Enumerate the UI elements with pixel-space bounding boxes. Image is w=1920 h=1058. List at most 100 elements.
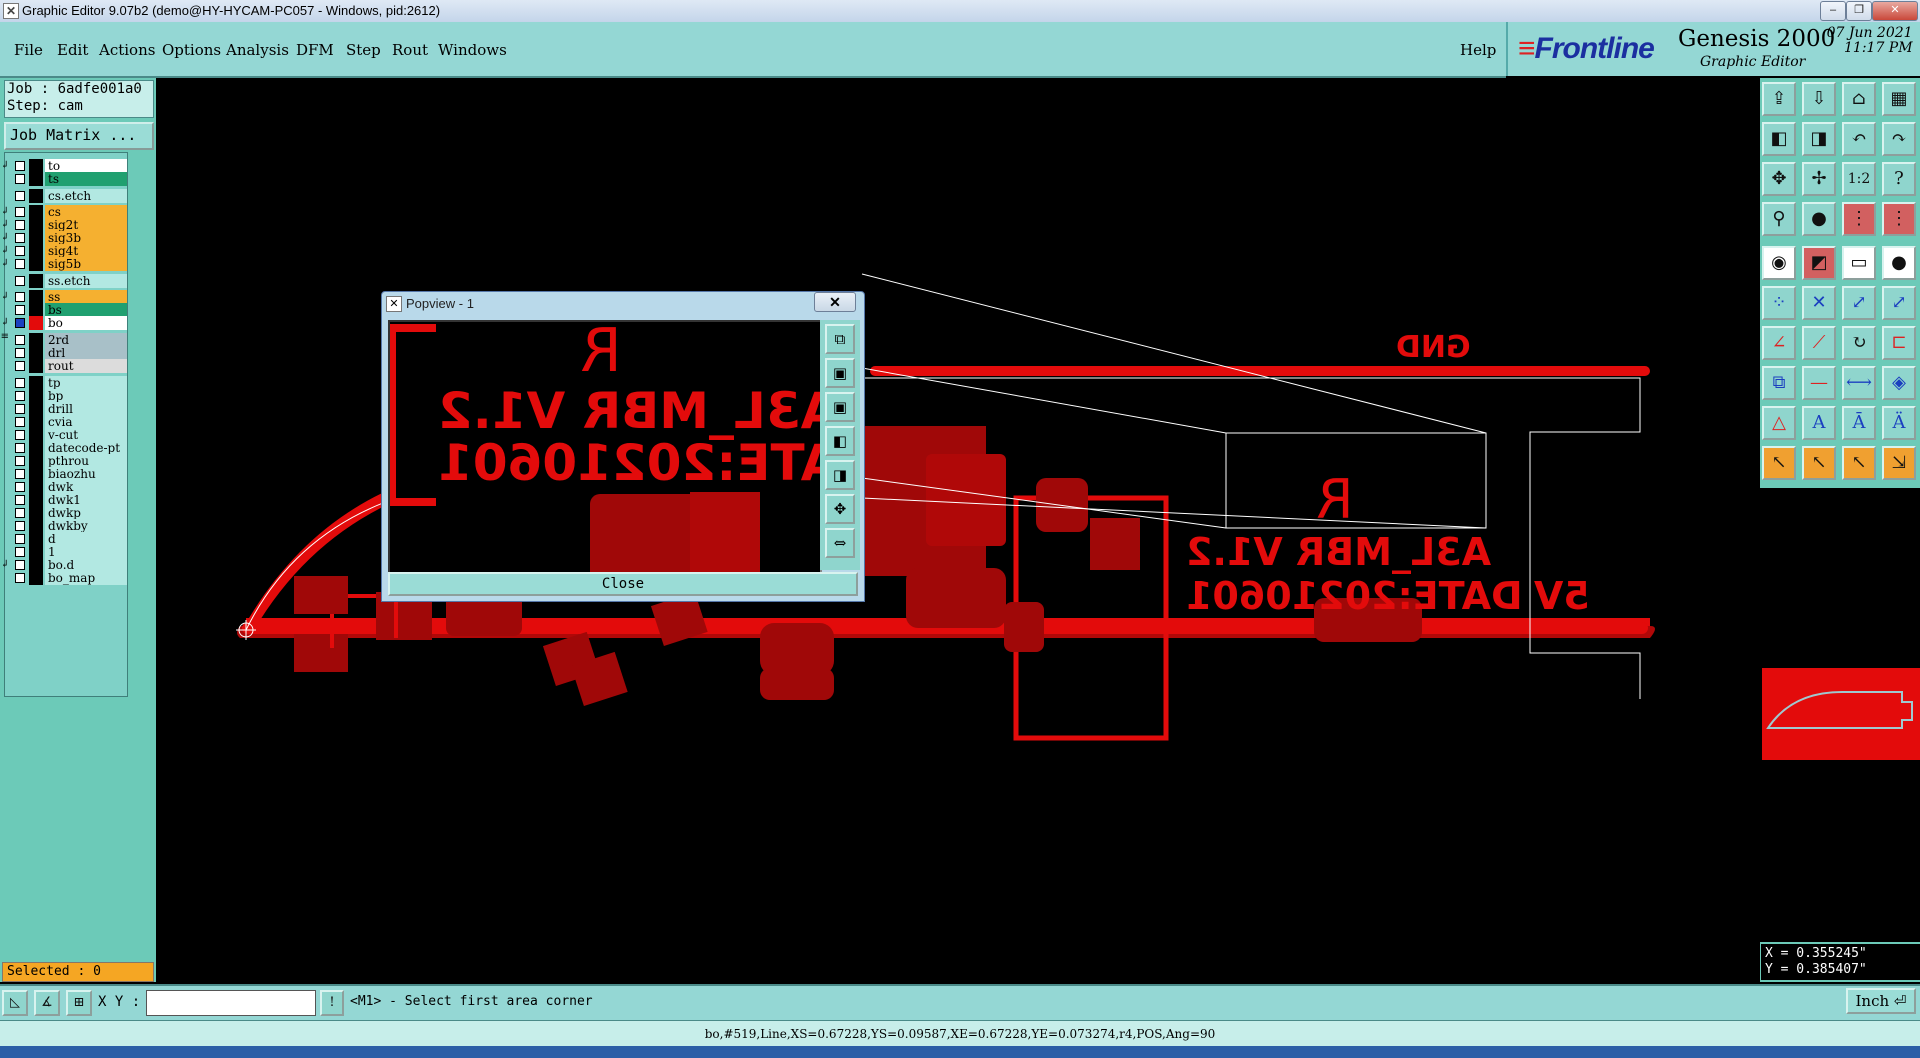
layer-name[interactable]: biaozhu (45, 467, 127, 481)
layer-checkbox[interactable] (15, 560, 25, 570)
layer-color-swatch[interactable] (29, 159, 43, 173)
layer-checkbox[interactable] (15, 276, 25, 286)
line-move-icon[interactable]: ⤢ (1882, 286, 1916, 320)
layer-color-swatch[interactable] (29, 519, 43, 533)
measure-pad-icon[interactable]: ● (1802, 202, 1836, 236)
popview-zoom-fit-icon[interactable]: ✥ (825, 494, 855, 524)
layer-checkbox[interactable] (15, 378, 25, 388)
layer-name[interactable]: dwkp (45, 506, 127, 520)
minimize-button[interactable]: – (1820, 1, 1846, 21)
layer-color-swatch[interactable] (29, 303, 43, 317)
layer-color-swatch[interactable] (29, 441, 43, 455)
menu-rout[interactable]: Rout (392, 41, 428, 59)
layer-color-swatch[interactable] (29, 454, 43, 468)
layer-name[interactable]: bs (45, 303, 127, 317)
layer-color-swatch[interactable] (29, 290, 43, 304)
layer-checkbox[interactable] (15, 161, 25, 171)
popview-close-x[interactable]: ✕ (814, 292, 856, 312)
layer-name[interactable]: cs.etch (45, 189, 127, 203)
menu-options[interactable]: Options (162, 41, 221, 59)
layer-color-swatch[interactable] (29, 205, 43, 219)
layer-name[interactable]: 1 (45, 545, 127, 559)
select-area-icon[interactable]: ◩ (1802, 246, 1836, 280)
layer-name[interactable]: sig2t (45, 218, 127, 232)
trace-icon[interactable]: ⊏ (1882, 326, 1916, 360)
layer-name[interactable]: v-cut (45, 428, 127, 442)
layer-checkbox[interactable] (15, 456, 25, 466)
restore-button[interactable]: ❐ (1846, 1, 1872, 21)
layer-color-swatch[interactable] (29, 172, 43, 186)
layer-checkbox[interactable] (15, 246, 25, 256)
layer-name[interactable]: drl (45, 346, 127, 360)
popview-close-button[interactable]: Close (388, 572, 858, 596)
layer-checkbox[interactable] (15, 573, 25, 583)
layer-checkbox[interactable] (15, 547, 25, 557)
copy-icon[interactable]: ⧉ (1762, 366, 1796, 400)
layer-name[interactable]: sig5b (45, 257, 127, 271)
slash-line-icon[interactable]: ⟋ (1802, 326, 1836, 360)
layer-checkbox[interactable] (15, 233, 25, 243)
layer-color-swatch[interactable] (29, 480, 43, 494)
job-matrix-button[interactable]: Job Matrix ... (4, 122, 154, 150)
layer-checkbox[interactable] (15, 404, 25, 414)
close-window-button[interactable]: ✕ (1872, 1, 1918, 21)
window-icon[interactable]: ▦ (1882, 82, 1916, 116)
draw-line-icon[interactable]: ∠ (1762, 326, 1796, 360)
layer-name[interactable]: rout (45, 359, 127, 373)
cmd-alert-icon[interactable]: ! (320, 990, 344, 1016)
layer-color-swatch[interactable] (29, 532, 43, 546)
menu-help[interactable]: Help (1460, 41, 1496, 59)
layer-color-swatch[interactable] (29, 376, 43, 390)
layer-name[interactable]: dwkby (45, 519, 127, 533)
layer-color-swatch[interactable] (29, 274, 43, 288)
layer-name[interactable]: ts (45, 172, 127, 186)
layer-color-swatch[interactable] (29, 257, 43, 271)
layer-name[interactable]: sig3b (45, 231, 127, 245)
pointer-select-icon[interactable]: ↖ (1802, 446, 1836, 480)
layer-checkbox[interactable] (15, 348, 25, 358)
layer-color-swatch[interactable] (29, 571, 43, 585)
layer-color-swatch[interactable] (29, 506, 43, 520)
connect-icon[interactable]: ⁘ (1762, 286, 1796, 320)
pointer-move-icon[interactable]: ↖ (1842, 446, 1876, 480)
popview-zoom-out-icon[interactable]: ⇔ (825, 528, 855, 558)
home-icon[interactable]: ⌂ (1842, 82, 1876, 116)
undo-icon[interactable]: ↶ (1842, 122, 1876, 156)
pan-left-icon[interactable]: ◧ (1762, 122, 1796, 156)
layer-checkbox[interactable] (15, 335, 25, 345)
layer-checkbox[interactable] (15, 430, 25, 440)
layer-name[interactable]: drill (45, 402, 127, 416)
layer-checkbox[interactable] (15, 508, 25, 518)
layer-checkbox[interactable] (15, 469, 25, 479)
layer-color-swatch[interactable] (29, 316, 43, 330)
layer-color-swatch[interactable] (29, 244, 43, 258)
menu-dfm[interactable]: DFM (296, 41, 334, 59)
layer-color-swatch[interactable] (29, 333, 43, 347)
layer-color-swatch[interactable] (29, 231, 43, 245)
layer-name[interactable]: bo.d (45, 558, 127, 572)
layer-name[interactable]: pthrou (45, 454, 127, 468)
pan-right-icon[interactable]: ◨ (1802, 122, 1836, 156)
layer-checkbox[interactable] (15, 495, 25, 505)
menu-actions[interactable]: Actions (99, 41, 155, 59)
text-ab-icon[interactable]: Ā (1842, 406, 1876, 440)
layer-name[interactable]: ss.etch (45, 274, 127, 288)
layer-color-swatch[interactable] (29, 493, 43, 507)
menu-analysis[interactable]: Analysis (226, 41, 289, 59)
layer-color-swatch[interactable] (29, 467, 43, 481)
layer-name[interactable]: datecode-pt (45, 441, 127, 455)
layer-checkbox[interactable] (15, 534, 25, 544)
menu-edit[interactable]: Edit (57, 41, 88, 59)
layer-color-swatch[interactable] (29, 428, 43, 442)
layer-name[interactable]: to (45, 159, 127, 173)
popview-pan-left-icon[interactable]: ◧ (825, 426, 855, 456)
layer-checkbox[interactable] (15, 318, 25, 328)
layer-name[interactable]: dwk1 (45, 493, 127, 507)
cmd-line-icon[interactable]: ◺ (2, 990, 28, 1016)
save-step-icon[interactable]: ⇩ (1802, 82, 1836, 116)
triangle-icon[interactable]: △ (1762, 406, 1796, 440)
layer-name[interactable]: sig4t (45, 244, 127, 258)
layer-color-swatch[interactable] (29, 389, 43, 403)
text-edit-icon[interactable]: Ä (1882, 406, 1916, 440)
layer-name[interactable]: bo (45, 316, 127, 330)
